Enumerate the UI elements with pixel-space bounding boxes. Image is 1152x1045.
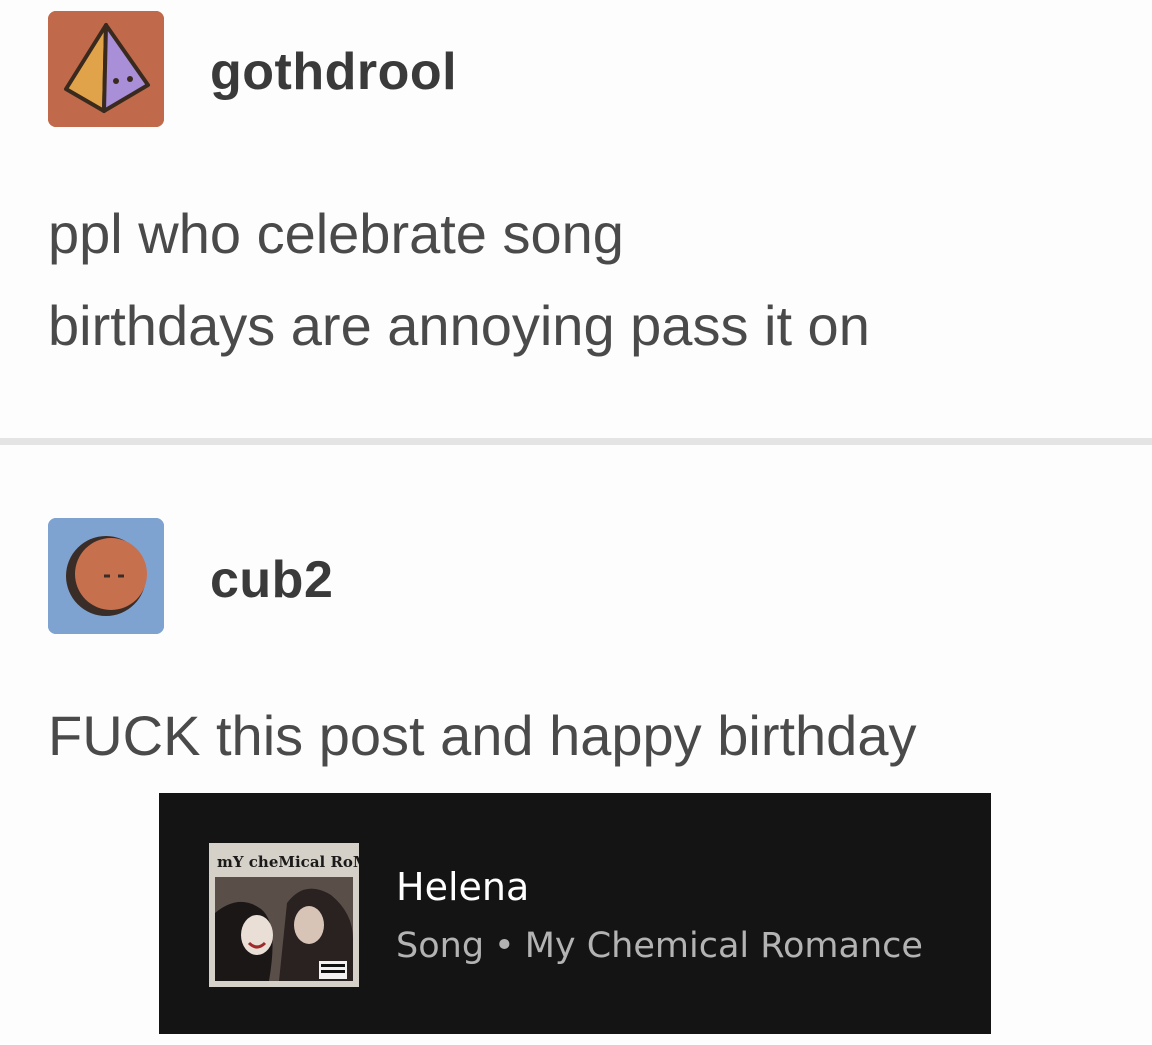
song-type-label: Song — [396, 926, 485, 966]
post-text-line: FUCK this post and happy birthday — [48, 704, 917, 767]
round-face-icon — [48, 518, 164, 634]
pyramid-icon — [48, 11, 164, 127]
post-text-line: ppl who celebrate song — [48, 202, 624, 265]
post-body: ppl who celebrate song birthdays are ann… — [48, 188, 870, 372]
avatar-cub2[interactable] — [48, 518, 164, 634]
album-cover-title: mY cheMical RoMaNcE. — [217, 853, 359, 871]
album-cover[interactable]: mY cheMical RoMaNcE. — [209, 843, 359, 987]
post-gothdrool: gothdrool ppl who celebrate song birthda… — [0, 0, 1152, 440]
screenshot-page: gothdrool ppl who celebrate song birthda… — [0, 0, 1152, 1045]
post-username[interactable]: gothdrool — [210, 42, 457, 102]
post-body: FUCK this post and happy birthday — [48, 690, 916, 782]
post-divider — [0, 438, 1152, 445]
song-artist[interactable]: My Chemical Romance — [525, 926, 923, 966]
album-art-image: mY cheMical RoMaNcE. — [209, 843, 359, 987]
song-meta: Song • My Chemical Romance — [396, 926, 923, 966]
separator-dot: • — [494, 926, 515, 966]
post-text-line: birthdays are annoying pass it on — [48, 294, 870, 357]
song-card[interactable]: mY cheMical RoMaNcE. Helena Song•My Chem… — [159, 793, 991, 1034]
post-username[interactable]: cub2 — [210, 550, 333, 610]
song-title[interactable]: Helena — [396, 865, 529, 909]
avatar-gothdrool[interactable] — [48, 11, 164, 127]
